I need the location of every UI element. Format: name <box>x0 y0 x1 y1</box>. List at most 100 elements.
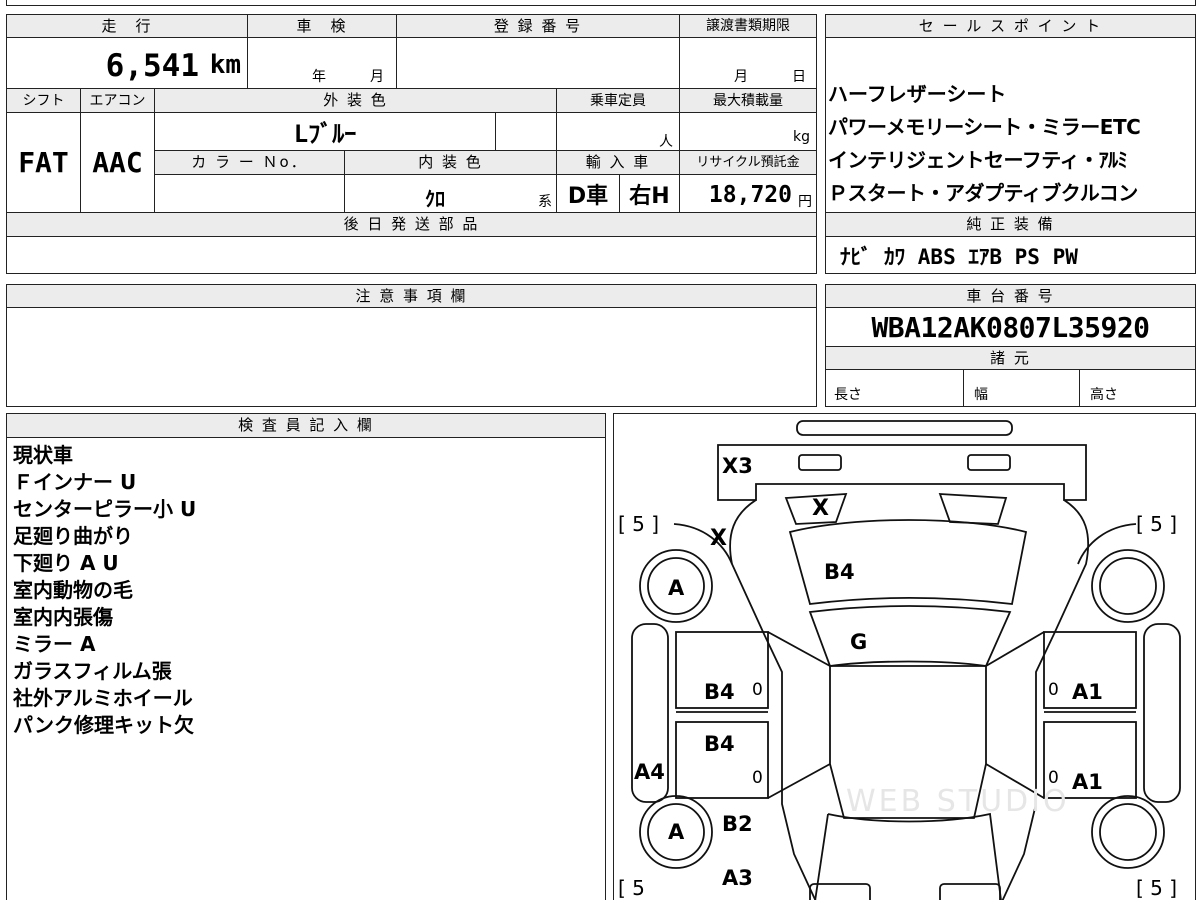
spec-length-cell: 長さ <box>825 369 964 407</box>
transfer-deadline-cell: 月 日 <box>679 37 817 89</box>
mark-b2: B2 <box>722 812 753 836</box>
mark-zero: 0 <box>1048 768 1059 788</box>
mark-a4: A4 <box>634 760 665 784</box>
interior-color-cell: ｸﾛ 系 <box>344 174 557 213</box>
mark-x-fender: X <box>710 526 727 551</box>
caution-header: 注 意 事 項 欄 <box>6 284 817 308</box>
mark-b4-hood: B4 <box>824 560 855 584</box>
mark-zero: 0 <box>752 768 763 788</box>
inspector-note: 現状車 <box>13 443 73 467</box>
spec-header: 諸 元 <box>825 346 1196 370</box>
mileage-value: 6,541 <box>105 48 199 84</box>
tread-depth-rear-left: [ 5 <box>618 876 645 900</box>
shift-cell: FAT <box>6 112 81 213</box>
capacity-header: 乗車定員 <box>556 88 680 113</box>
chassis-number-value: WBA12AK0807L35920 <box>871 310 1150 344</box>
inspector-note: パンク修理キット欠 <box>13 713 194 737</box>
exterior-color-header: 外 装 色 <box>154 88 557 113</box>
max-load-header: 最大積載量 <box>679 88 817 113</box>
interior-color-header: 内 装 色 <box>344 150 557 175</box>
interior-color-suffix: 系 <box>538 194 552 210</box>
sales-point-line: インテリジェントセーフティ・ｱﾙﾐ <box>828 148 1128 172</box>
inspector-note: 室内動物の毛 <box>13 578 133 602</box>
inspector-note: 足廻り曲がり <box>13 524 133 548</box>
mark-a1-right-front: A1 <box>1072 680 1103 704</box>
spec-length-label: 長さ <box>834 387 862 403</box>
watermark: WEB STUDIO <box>846 784 1070 819</box>
inspector-note: 社外アルミホイール <box>13 686 193 710</box>
later-parts-header: 後 日 発 送 部 品 <box>6 212 817 237</box>
mark-x3: X3 <box>722 454 753 478</box>
mark-a3: A3 <box>722 866 753 890</box>
spec-height-label: 高さ <box>1090 387 1118 403</box>
handle-cell: 右H <box>619 174 680 213</box>
inspector-note: センターピラー小 U <box>13 497 197 521</box>
exterior-color-value: Lﾌﾞﾙｰ <box>293 120 357 148</box>
registration-cell <box>396 37 680 89</box>
transfer-month-label: 月 <box>734 69 748 85</box>
spec-width-cell: 幅 <box>963 369 1080 407</box>
sales-point-line: Ｐスタート・アダプティブクルコン <box>828 181 1138 205</box>
max-load-unit: kg <box>793 129 810 145</box>
car-outline-svg <box>631 420 1181 900</box>
later-parts-cell <box>6 236 817 274</box>
sales-points-body: ハーフレザーシート パワーメモリーシート・ミラーETC インテリジェントセーフテ… <box>825 37 1196 213</box>
tread-depth-rear-right: [ 5 ] <box>1136 876 1178 900</box>
inspector-note: 室内内張傷 <box>13 605 113 629</box>
registration-header: 登 録 番 号 <box>396 14 680 38</box>
import-type-value: D車 <box>567 183 609 209</box>
mark-b4-left-rear: B4 <box>704 732 735 756</box>
shift-header: シフト <box>6 88 81 113</box>
aircon-cell: AAC <box>80 112 155 213</box>
mark-a-wheel-rear: A <box>668 820 685 844</box>
recycle-header: リサイクル預託金 <box>679 150 817 175</box>
inspection-cell: 年 月 <box>247 37 397 89</box>
caution-body <box>6 307 817 407</box>
inspector-note: ミラー A <box>13 632 96 656</box>
sales-point-line: ハーフレザーシート <box>828 82 1007 106</box>
mark-zero: 0 <box>1048 680 1059 700</box>
transfer-deadline-header: 譲渡書類期限 <box>679 14 817 38</box>
mark-zero: 0 <box>752 680 763 700</box>
spec-height-cell: 高さ <box>1079 369 1196 407</box>
genuine-equipment-value: ﾅﾋﾞ ｶﾜ ABS ｴｱB PS PW <box>840 245 1078 269</box>
recycle-fee-value: 18,720 <box>708 182 792 208</box>
mark-a-wheel-front: A <box>668 576 685 600</box>
capacity-unit: 人 <box>659 134 673 150</box>
chassis-header: 車 台 番 号 <box>825 284 1196 308</box>
mileage-header: 走 行 <box>6 14 248 38</box>
exterior-color-sub-cell <box>495 112 557 151</box>
top-strip <box>6 0 1196 6</box>
import-header: 輸 入 車 <box>556 150 680 175</box>
inspection-year-label: 年 <box>312 69 326 85</box>
inspector-body: 現状車 Ｆインナー U センターピラー小 U 足廻り曲がり 下廻り A U 室内… <box>6 437 606 900</box>
aircon-header: エアコン <box>80 88 155 113</box>
mileage-unit: km <box>209 50 241 80</box>
aircon-value: AAC <box>92 146 143 179</box>
genuine-equipment-header: 純 正 装 備 <box>825 212 1196 237</box>
import-type-cell: D車 <box>556 174 620 213</box>
shift-value: FAT <box>18 146 69 179</box>
capacity-cell: 人 <box>556 112 680 151</box>
color-no-cell <box>154 174 345 213</box>
chassis-number-cell: WBA12AK0807L35920 <box>825 307 1196 347</box>
max-load-cell: kg <box>679 112 817 151</box>
mileage-cell: 6,541 km <box>6 37 248 89</box>
inspector-header: 検 査 員 記 入 欄 <box>6 413 606 438</box>
tread-depth-front-right: [ 5 ] <box>1136 512 1178 536</box>
mark-g-glass: G <box>850 630 868 654</box>
handle-value: 右H <box>629 183 670 209</box>
tread-depth-front-left: [ 5 ] <box>618 512 660 536</box>
recycle-unit: 円 <box>798 194 812 210</box>
recycle-cell: 18,720 円 <box>679 174 817 213</box>
transfer-day-label: 日 <box>792 69 806 85</box>
sales-point-line: パワーメモリーシート・ミラーETC <box>828 115 1141 139</box>
color-no-header: カ ラ ー Ｎo． <box>154 150 345 175</box>
sales-points-header: セ ー ル ス ポ イ ン ト <box>825 14 1196 38</box>
genuine-equipment-cell: ﾅﾋﾞ ｶﾜ ABS ｴｱB PS PW <box>825 236 1196 274</box>
mark-b4-left-front: B4 <box>704 680 735 704</box>
mark-x-front: X <box>812 496 829 521</box>
mark-a1-right-rear: A1 <box>1072 770 1103 794</box>
inspector-note: 下廻り A U <box>13 551 119 575</box>
inspector-note: Ｆインナー U <box>13 470 137 494</box>
